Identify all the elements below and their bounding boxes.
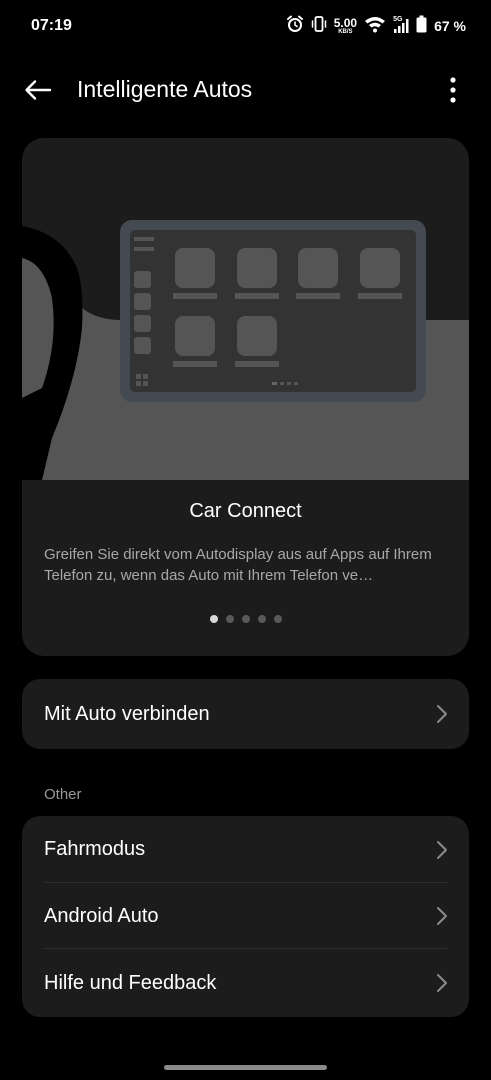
status-time: 07:19 xyxy=(31,17,72,34)
status-icons: 5.00 KB/S 5G 67 % xyxy=(286,14,466,38)
list-item-help-feedback[interactable]: Hilfe und Feedback xyxy=(22,949,469,1017)
app-bar: Intelligente Autos xyxy=(0,60,491,120)
chevron-right-icon xyxy=(437,907,447,925)
alarm-icon xyxy=(286,15,304,38)
home-indicator[interactable] xyxy=(164,1065,327,1070)
battery-percent: 67 % xyxy=(434,18,466,34)
network-speed-unit: KB/S xyxy=(338,29,353,35)
other-settings-card: Fahrmodus Android Auto Hilfe und Feedbac… xyxy=(22,816,469,1017)
list-item-label: Fahrmodus xyxy=(44,838,146,860)
arrow-left-icon xyxy=(25,80,52,100)
carousel-pager[interactable] xyxy=(22,615,469,623)
pager-dot[interactable] xyxy=(257,615,266,623)
signal-icon: 5G xyxy=(393,16,409,34)
pager-dot[interactable] xyxy=(209,615,218,623)
chevron-right-icon xyxy=(437,705,447,723)
pager-dot[interactable] xyxy=(225,615,234,623)
more-options-button[interactable] xyxy=(441,74,465,106)
network-speed: 5.00 KB/S xyxy=(334,17,357,35)
car-connect-title: Car Connect xyxy=(189,500,302,522)
car-connect-description: Greifen Sie direkt vom Autodisplay aus a… xyxy=(44,546,432,584)
connect-card: Mit Auto verbinden xyxy=(22,679,469,749)
chevron-right-icon xyxy=(437,840,447,859)
page-title: Intelligente Autos xyxy=(77,76,253,102)
section-header-other: Other xyxy=(44,786,82,803)
vibrate-icon xyxy=(311,15,327,38)
list-item-driving-mode[interactable]: Fahrmodus xyxy=(22,816,469,883)
more-vertical-icon xyxy=(450,77,456,103)
list-item-label: Android Auto xyxy=(44,904,159,927)
list-item-android-auto[interactable]: Android Auto xyxy=(22,883,469,949)
connect-to-car-label: Mit Auto verbinden xyxy=(44,702,210,725)
pager-dot[interactable] xyxy=(241,615,250,623)
battery-icon xyxy=(416,15,427,38)
wifi-icon xyxy=(364,15,386,38)
network-speed-value: 5.00 xyxy=(333,16,358,30)
car-connect-card: Car Connect Greifen Sie direkt vom Autod… xyxy=(22,138,469,656)
back-button[interactable] xyxy=(22,76,54,104)
connect-to-car-row[interactable]: Mit Auto verbinden xyxy=(22,679,469,749)
pager-dot[interactable] xyxy=(273,615,282,623)
car-dashboard-illustration xyxy=(22,138,469,480)
chevron-right-icon xyxy=(437,974,447,992)
status-bar: 07:19 5.00 KB/S 5G 67 % xyxy=(0,0,491,52)
list-item-label: Hilfe und Feedback xyxy=(44,971,217,994)
